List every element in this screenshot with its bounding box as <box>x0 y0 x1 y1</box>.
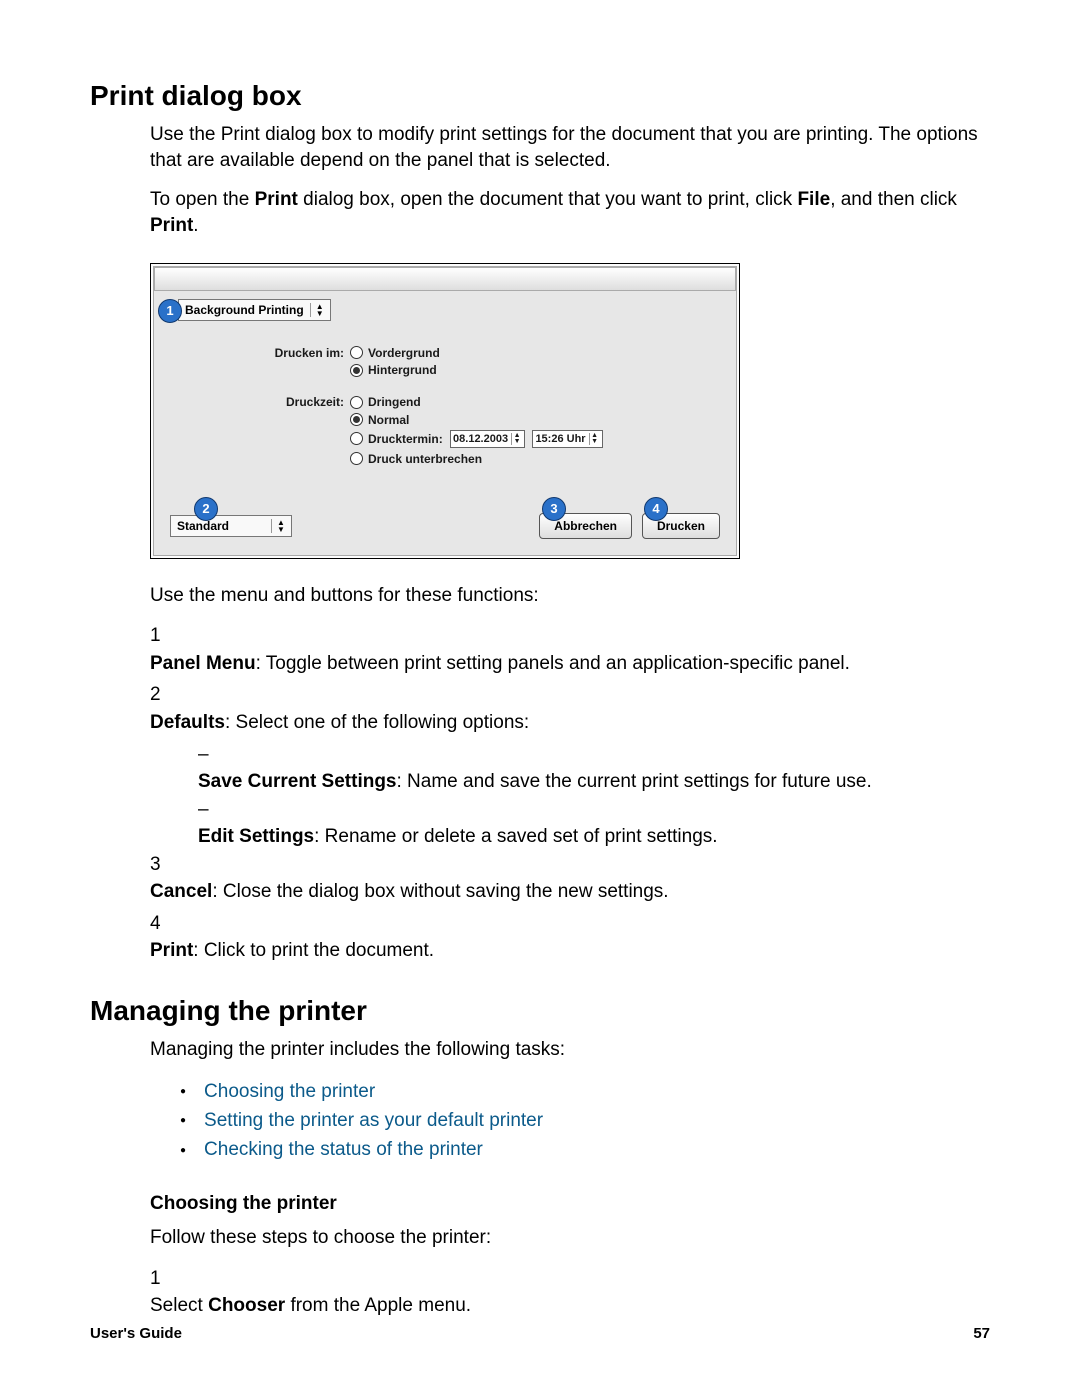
dash: – <box>198 796 218 824</box>
list-term: Print <box>150 940 193 961</box>
page-footer: User's Guide 57 <box>90 1325 990 1342</box>
intro-block: Use the Print dialog box to modify print… <box>150 122 990 239</box>
bold-print-2: Print <box>150 215 193 236</box>
heading-managing-printer: Managing the printer <box>90 995 990 1027</box>
radio-icon <box>350 396 363 409</box>
text: . <box>193 215 198 236</box>
print-dialog-figure: 1 Background Printing ▲▼ Drucken im: Vor… <box>150 263 740 559</box>
list-number: 3 <box>150 851 178 879</box>
defaults-dropdown[interactable]: Standard ▲▼ <box>170 515 292 537</box>
bold-print: Print <box>255 189 298 210</box>
button-label: Drucken <box>657 519 705 533</box>
link-default-printer[interactable]: Setting the printer as your default prin… <box>204 1110 543 1131</box>
list-term: Cancel <box>150 881 212 902</box>
sublist-desc: : Rename or delete a saved set of print … <box>314 826 717 847</box>
callout-1: 1 <box>158 299 182 323</box>
text: Select <box>150 1295 208 1316</box>
radio-normal[interactable]: Normal <box>350 412 603 427</box>
radio-label: Drucktermin: <box>368 432 443 446</box>
list-number: 2 <box>150 681 178 709</box>
radio-vordergrund[interactable]: Vordergrund <box>350 345 440 360</box>
list-term: Defaults <box>150 712 225 733</box>
sublist-term: Edit Settings <box>198 826 314 847</box>
spinner-arrows-icon: ▲▼ <box>589 433 600 445</box>
function-list: 1 Panel Menu: Toggle between print setti… <box>150 622 990 965</box>
heading-choosing-printer: Choosing the printer <box>150 1193 990 1215</box>
radio-label: Dringend <box>368 395 421 409</box>
label-druckzeit: Druckzeit: <box>176 394 350 409</box>
intro-paragraph-2: To open the Print dialog box, open the d… <box>150 187 990 238</box>
managing-intro: Managing the printer includes the follow… <box>150 1037 990 1063</box>
list-desc: : Toggle between print setting panels an… <box>256 653 850 674</box>
panel-menu-dropdown[interactable]: Background Printing ▲▼ <box>178 299 331 321</box>
managing-task-list: Choosing the printer Setting the printer… <box>180 1077 990 1165</box>
heading-print-dialog: Print dialog box <box>90 80 990 112</box>
text: To open the <box>150 189 255 210</box>
footer-left: User's Guide <box>90 1325 182 1342</box>
radio-icon <box>350 452 363 465</box>
intro-paragraph-1: Use the Print dialog box to modify print… <box>150 122 990 173</box>
callout-2: 2 <box>194 497 218 521</box>
radio-selected-icon <box>350 364 363 377</box>
time-value: 15:26 Uhr <box>535 433 585 445</box>
text: dialog box, open the document that you w… <box>298 189 798 210</box>
updown-arrows-icon: ▲▼ <box>271 519 287 533</box>
radio-dringend[interactable]: Dringend <box>350 394 603 409</box>
label-drucken-im: Drucken im: <box>176 345 350 360</box>
choosing-intro: Follow these steps to choose the printer… <box>150 1225 990 1251</box>
date-value: 08.12.2003 <box>453 433 508 445</box>
after-dialog-text: Use the menu and buttons for these funct… <box>150 583 990 609</box>
list-number: 1 <box>150 622 178 650</box>
updown-arrows-icon: ▲▼ <box>310 303 326 317</box>
document-page: Print dialog box Use the Print dialog bo… <box>0 0 1080 1397</box>
radio-label: Druck unterbrechen <box>368 452 482 466</box>
callout-4: 4 <box>644 497 668 521</box>
list-term: Panel Menu <box>150 653 256 674</box>
bold-chooser: Chooser <box>208 1295 285 1316</box>
dash: – <box>198 741 218 769</box>
radio-icon <box>350 432 363 445</box>
link-choosing-printer[interactable]: Choosing the printer <box>204 1081 375 1102</box>
radio-hintergrund[interactable]: Hintergrund <box>350 362 440 377</box>
text: , and then click <box>830 189 957 210</box>
list-desc: : Close the dialog box without saving th… <box>212 881 668 902</box>
spinner-arrows-icon: ▲▼ <box>511 433 522 445</box>
choosing-steps: 1 Select Chooser from the Apple menu. <box>150 1265 990 1320</box>
text: from the Apple menu. <box>285 1295 471 1316</box>
sublist-desc: : Name and save the current print settin… <box>397 771 872 792</box>
radio-label: Normal <box>368 413 409 427</box>
radio-label: Vordergrund <box>368 345 440 359</box>
list-desc: : Select one of the following options: <box>225 712 529 733</box>
defaults-label: Standard <box>177 519 229 533</box>
list-number: 4 <box>150 910 178 938</box>
radio-icon <box>350 346 363 359</box>
radio-unterbrechen[interactable]: Druck unterbrechen <box>350 451 603 466</box>
button-label: Abbrechen <box>554 519 617 533</box>
radio-selected-icon <box>350 413 363 426</box>
callout-3: 3 <box>542 497 566 521</box>
panel-menu-label: Background Printing <box>185 303 304 317</box>
radio-drucktermin[interactable]: Drucktermin: 08.12.2003▲▼ 15:26 Uhr▲▼ <box>350 430 603 448</box>
bold-file: File <box>797 189 830 210</box>
link-checking-status[interactable]: Checking the status of the printer <box>204 1139 483 1160</box>
list-desc: : Click to print the document. <box>193 940 434 961</box>
time-spinner[interactable]: 15:26 Uhr ▲▼ <box>532 430 602 448</box>
dialog-titlebar <box>154 267 736 291</box>
sublist-term: Save Current Settings <box>198 771 397 792</box>
footer-page-number: 57 <box>973 1325 990 1342</box>
list-number: 1 <box>150 1265 178 1293</box>
date-spinner[interactable]: 08.12.2003▲▼ <box>450 430 525 448</box>
radio-label: Hintergrund <box>368 363 437 377</box>
dialog-form-area: Drucken im: Vordergrund Hintergrund Druc… <box>164 327 726 507</box>
